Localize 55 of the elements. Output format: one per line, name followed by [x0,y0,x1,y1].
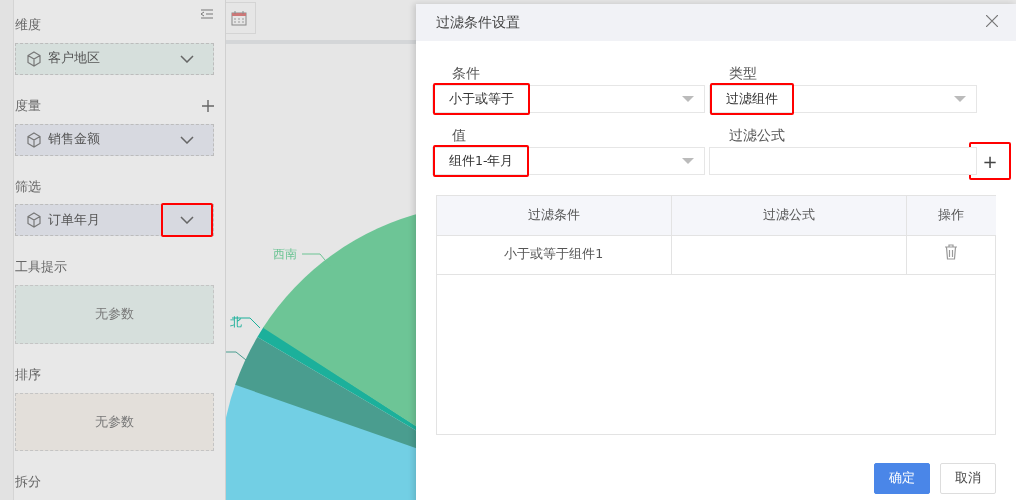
dialog-title: 过滤条件设置 [436,13,520,32]
drop-zone: 无参数 [15,392,214,452]
section-title: 排序 [15,365,41,384]
select-field[interactable]: 小于或等于 [432,85,705,113]
field-pill[interactable]: 客户地区 [15,42,214,75]
chevron-down-icon [180,216,194,225]
close-icon [986,14,998,27]
caret-icon [682,96,694,102]
select-field[interactable]: 组件1-年月 [432,147,705,175]
chevron-down-icon [180,54,194,63]
plus-icon [202,100,214,113]
select-value: 小于或等于 [433,83,530,115]
field-label: 条件 [451,64,481,83]
field-label: 销售金额 [48,130,100,149]
collapse-button[interactable] [200,9,214,20]
leader-line [231,317,261,329]
field-label: 过滤公式 [728,126,786,145]
trash-icon [944,243,959,260]
field-pill[interactable]: 订单年月 [15,204,214,237]
field-label: 值 [451,126,467,145]
drop-zone: 无参数 [15,285,214,344]
section-title: 工具提示 [15,258,67,277]
confirm-button[interactable]: 确定 [874,463,930,494]
field-label: 客户地区 [48,49,100,68]
caret-icon [954,96,966,102]
formula-input[interactable] [709,147,977,175]
cancel-button[interactable]: 取消 [940,463,996,494]
select-field[interactable]: 过滤组件 [709,85,977,113]
column-header: 过滤公式 [671,196,906,235]
field-label: 订单年月 [48,210,100,229]
column-header: 操作 [906,196,996,235]
leader-line [226,351,247,361]
calendar-icon [231,10,247,26]
add-button[interactable]: + [969,142,1011,180]
delete-button[interactable] [944,243,959,260]
chevron-down-icon [180,135,194,144]
cube-icon [26,212,42,229]
section-title: 维度 [15,16,41,34]
chart-label: 西南 [273,246,297,261]
column-header: 过滤条件 [437,196,671,235]
select-value: 过滤组件 [710,83,794,115]
select-value: 组件1-年月 [433,145,530,177]
section-title: 筛选 [15,177,41,196]
cube-icon [26,50,42,67]
collapse-icon [200,9,214,20]
section-title: 拆分 [15,473,41,492]
chart-label: 北 [230,314,242,329]
add-button[interactable] [202,100,214,113]
field-label: 类型 [728,64,758,83]
table-cell: 小于或等于组件1 [437,235,671,274]
dropdown-toggle[interactable] [161,203,213,238]
caret-icon [682,158,694,164]
field-pill[interactable]: 销售金额 [15,123,214,156]
section-title: 度量 [15,96,41,115]
cube-icon [26,131,42,148]
